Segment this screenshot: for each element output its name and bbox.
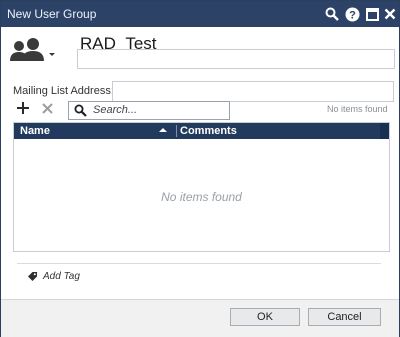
table-header: Name Comments	[14, 123, 389, 139]
title-bar[interactable]: New User Group ?	[1, 1, 399, 27]
sort-ascending-icon[interactable]	[159, 126, 167, 134]
members-table: Name Comments No items found	[13, 122, 390, 252]
column-header-comments[interactable]: Comments	[180, 125, 237, 137]
cancel-button[interactable]: Cancel	[308, 308, 381, 326]
search-result-count: No items found	[327, 104, 388, 114]
member-search-box[interactable]	[68, 101, 230, 120]
remove-member-button[interactable]	[38, 99, 56, 117]
dialog-window: New User Group ? RAD_Test Mailing List A…	[0, 0, 400, 337]
group-name-field[interactable]	[77, 49, 395, 69]
mailing-list-label: Mailing List Address:	[13, 85, 114, 97]
svg-text:?: ?	[349, 9, 356, 21]
ok-button[interactable]: OK	[230, 308, 300, 326]
chevron-down-icon	[49, 53, 55, 56]
remove-icon	[41, 102, 53, 114]
mailing-list-address-field[interactable]	[112, 81, 394, 102]
add-tag-label: Add Tag	[43, 271, 80, 282]
section-divider	[17, 263, 381, 264]
empty-table-message: No items found	[161, 190, 242, 204]
maximize-icon[interactable]	[363, 5, 381, 23]
column-divider[interactable]	[176, 125, 177, 137]
user-group-icon	[10, 38, 55, 61]
close-icon[interactable]	[381, 5, 399, 23]
tag-icon	[28, 272, 37, 281]
add-member-button[interactable]	[14, 99, 32, 117]
user-group-avatar-dropdown[interactable]	[9, 37, 61, 69]
search-input[interactable]	[93, 104, 223, 116]
search-icon	[74, 104, 87, 117]
add-tag-link[interactable]: Add Tag	[27, 271, 80, 282]
search-icon[interactable]	[323, 5, 341, 23]
window-title: New User Group	[7, 7, 97, 21]
scrollbar-corner	[380, 123, 389, 139]
plus-icon	[17, 102, 29, 114]
column-header-name[interactable]: Name	[20, 125, 50, 137]
help-icon[interactable]: ?	[343, 5, 361, 23]
